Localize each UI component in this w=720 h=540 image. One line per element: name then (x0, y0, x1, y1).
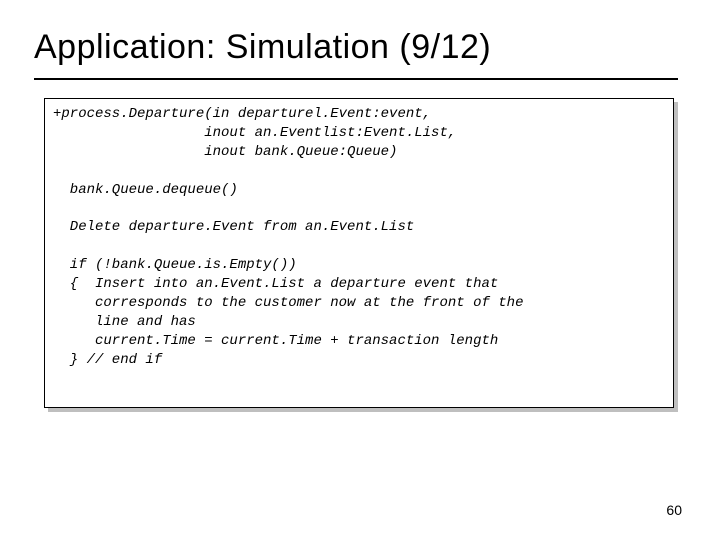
code-line: bank.Queue.dequeue() (53, 182, 238, 198)
slide: Application: Simulation (9/12) +process.… (0, 0, 720, 540)
code-content: +process.Departure(in departurel.Event:e… (53, 105, 665, 369)
code-box-frame: +process.Departure(in departurel.Event:e… (44, 98, 674, 408)
code-line: corresponds to the customer now at the f… (53, 295, 523, 311)
code-line: +process.Departure(in departurel.Event:e… (53, 106, 431, 122)
code-line: } // end if (53, 352, 162, 368)
slide-title: Application: Simulation (9/12) (34, 28, 491, 67)
code-line: inout an.Eventlist:Event.List, (53, 125, 456, 141)
code-line: inout bank.Queue:Queue) (53, 144, 397, 160)
code-line: line and has (53, 314, 196, 330)
page-number: 60 (666, 502, 682, 518)
code-box: +process.Departure(in departurel.Event:e… (44, 98, 674, 408)
code-line: if (!bank.Queue.is.Empty()) (53, 257, 297, 273)
title-underline (34, 78, 678, 80)
code-line: current.Time = current.Time + transactio… (53, 333, 498, 349)
code-line: { Insert into an.Event.List a departure … (53, 276, 498, 292)
code-line: Delete departure.Event from an.Event.Lis… (53, 219, 414, 235)
